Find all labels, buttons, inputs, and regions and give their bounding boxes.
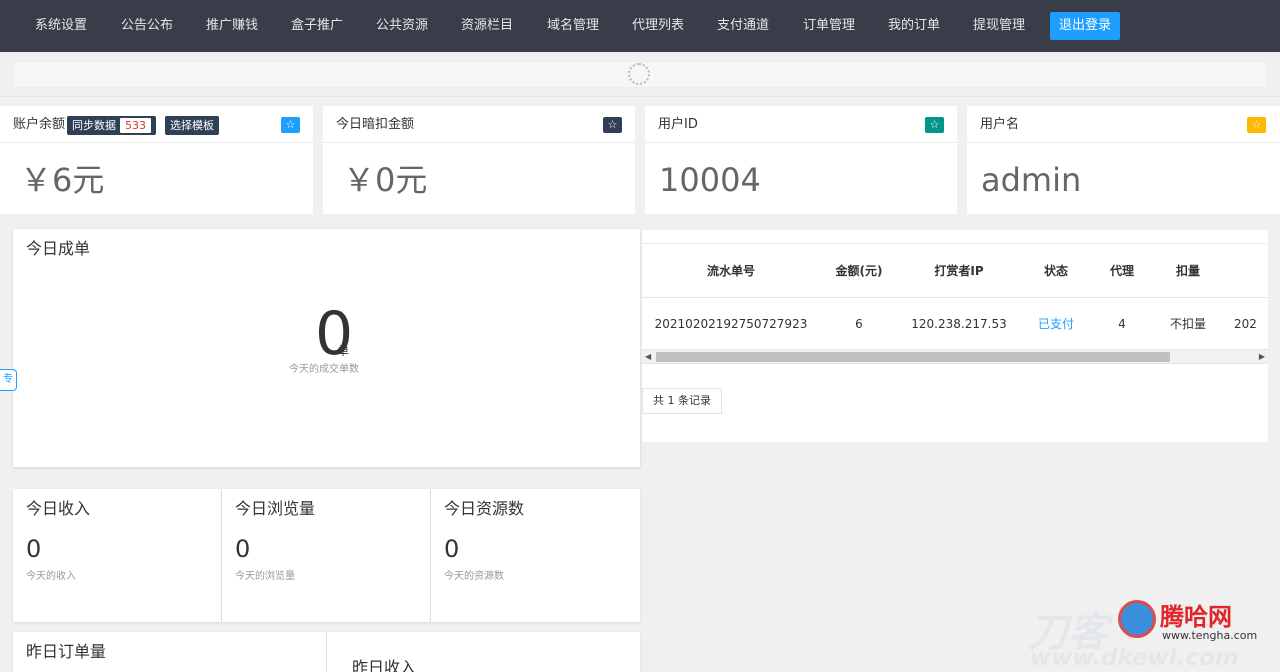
today-income-value: 0 [26, 535, 42, 563]
today-orders-panel: 今日成单 0 [13, 229, 640, 467]
nav-item-agent-list[interactable]: 代理列表 [632, 0, 684, 52]
col-status: 状态 [1043, 264, 1068, 278]
side-tab[interactable]: 专 [0, 369, 17, 391]
loading-spinner-icon [628, 63, 650, 85]
sync-data-label: 同步数据 [72, 119, 116, 132]
watermark-site: www.dkewl.com [1030, 645, 1239, 671]
username-value: admin [981, 161, 1082, 199]
nav-item-withdrawal-management[interactable]: 提现管理 [973, 0, 1025, 52]
balance-value: ￥6元 [20, 161, 105, 199]
username-card: 用户名 ☆ admin [967, 106, 1280, 214]
watermark-url: www.tengha.com [1162, 629, 1258, 642]
cell-amount: 6 [855, 316, 863, 331]
horizontal-scrollbar[interactable]: ◀ ▶ [642, 350, 1268, 364]
today-orders-title: 今日成单 [26, 239, 91, 258]
cell-extra: 202 [1234, 316, 1257, 331]
today-views-tile: 今日浏览量 0 今天的浏览量 [222, 489, 430, 622]
table-row: 20210202192750727923 6 120.238.217.53 已支… [642, 298, 1268, 350]
today-income-tile: 今日收入 0 今天的收入 [13, 489, 221, 622]
username-title: 用户名 [980, 117, 1020, 132]
deduct-card-header: 今日暗扣金额 ☆ [323, 106, 635, 143]
balance-title: 账户余额 [13, 117, 66, 132]
today-orders-unit: 单 [337, 344, 350, 358]
star-icon: ☆ [281, 117, 300, 133]
nav-item-box-promote[interactable]: 盒子推广 [291, 0, 343, 52]
table-header: 流水单号 金额(元) 打赏者IP 状态 代理 扣量 [642, 243, 1268, 298]
record-count: 共 1 条记录 [642, 388, 722, 414]
scroll-left-icon[interactable]: ◀ [645, 350, 651, 364]
username-card-header: 用户名 ☆ [967, 106, 1280, 143]
nav-item-payment-channels[interactable]: 支付通道 [717, 0, 769, 52]
cell-agent: 4 [1118, 316, 1126, 331]
today-resources-title: 今日资源数 [444, 499, 525, 518]
nav-item-system-settings[interactable]: 系统设置 [35, 0, 87, 52]
watermark-brand: 腾哈网 [1160, 603, 1232, 631]
scroll-right-icon[interactable]: ▶ [1259, 350, 1265, 364]
today-views-sub: 今天的浏览量 [235, 571, 295, 582]
userid-card: 用户ID ☆ 10004 [645, 106, 957, 214]
nav-item-order-management[interactable]: 订单管理 [803, 0, 855, 52]
cell-status: 已支付 [1037, 317, 1074, 331]
col-deduct: 扣量 [1175, 264, 1200, 278]
divider [0, 96, 1280, 97]
userid-card-header: 用户ID ☆ [645, 106, 957, 143]
orders-table: 流水单号 金额(元) 打赏者IP 状态 代理 扣量 20210202192750… [642, 230, 1268, 442]
logout-button[interactable]: 退出登录 [1050, 12, 1120, 40]
today-orders-sub: 今天的成交单数 [289, 364, 359, 375]
deduct-card: 今日暗扣金额 ☆ ￥0元 [323, 106, 635, 214]
col-ip: 打赏者IP [934, 264, 984, 278]
userid-value: 10004 [659, 161, 761, 199]
balance-card-header: 账户余额 同步数据 533 选择模板 ☆ [0, 106, 313, 143]
cell-serial: 20210202192750727923 [654, 316, 808, 331]
userid-title: 用户ID [658, 117, 698, 132]
scrollbar-thumb[interactable] [656, 352, 1170, 362]
nav-item-public-resources[interactable]: 公共资源 [376, 0, 428, 52]
yesterday-income-title: 昨日收入 [352, 658, 417, 672]
today-views-title: 今日浏览量 [235, 499, 316, 518]
balance-card: 账户余额 同步数据 533 选择模板 ☆ ￥6元 [0, 106, 313, 214]
today-views-value: 0 [235, 535, 251, 563]
yesterday-orders-title: 昨日订单量 [26, 642, 107, 661]
top-nav: 系统设置 公告公布 推广赚钱 盒子推广 公共资源 资源栏目 域名管理 代理列表 … [0, 0, 1280, 52]
nav-item-resource-columns[interactable]: 资源栏目 [461, 0, 513, 52]
col-serial: 流水单号 [706, 264, 755, 278]
col-agent: 代理 [1109, 264, 1134, 278]
select-template-button[interactable]: 选择模板 [165, 116, 219, 135]
yesterday-orders-tile: 昨日订单量 [13, 632, 326, 672]
today-resources-tile: 今日资源数 0 今天的资源数 [431, 489, 640, 622]
deduct-title: 今日暗扣金额 [336, 117, 415, 132]
sync-data-button[interactable]: 同步数据 533 [67, 116, 156, 135]
col-amount: 金额(元) [835, 264, 883, 278]
today-resources-value: 0 [444, 535, 460, 563]
star-icon: ☆ [1247, 117, 1266, 133]
cell-deduct: 不扣量 [1169, 317, 1206, 331]
nav-item-domain-management[interactable]: 域名管理 [547, 0, 599, 52]
yesterday-income-tile: 昨日收入 [327, 632, 640, 672]
nav-item-announcements[interactable]: 公告公布 [121, 0, 173, 52]
watermark-logo-icon [1118, 600, 1156, 638]
star-icon: ☆ [925, 117, 944, 133]
star-icon: ☆ [603, 117, 622, 133]
nav-item-my-orders[interactable]: 我的订单 [888, 0, 940, 52]
sync-count-badge: 533 [120, 118, 151, 133]
today-resources-sub: 今天的资源数 [444, 571, 504, 582]
deduct-value: ￥0元 [343, 161, 428, 199]
nav-item-promote-earn[interactable]: 推广赚钱 [206, 0, 258, 52]
today-income-sub: 今天的收入 [26, 571, 76, 582]
today-income-title: 今日收入 [26, 499, 91, 518]
cell-ip: 120.238.217.53 [911, 316, 1007, 331]
